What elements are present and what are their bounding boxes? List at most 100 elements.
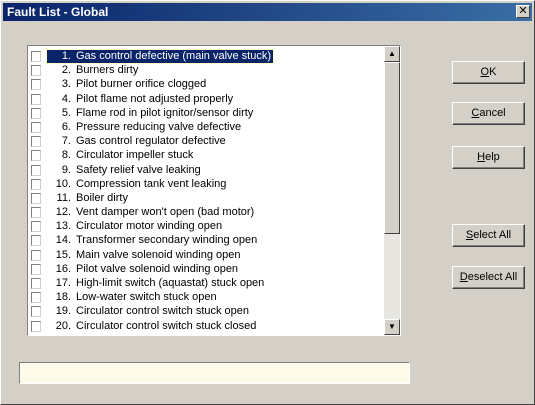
fault-checkbox[interactable] xyxy=(31,263,41,275)
fault-item-number: 3. xyxy=(61,78,71,91)
fault-checkbox[interactable] xyxy=(31,221,41,233)
fault-list-item[interactable]: 2. Burners dirty xyxy=(28,64,384,78)
close-button[interactable]: ✕ xyxy=(516,5,530,18)
select-all-label-rest: elect All xyxy=(473,229,512,241)
fault-list-item[interactable]: 6. Pressure reducing valve defective xyxy=(28,121,384,135)
fault-item-number: 11. xyxy=(56,191,71,204)
fault-item-number: 1. xyxy=(61,50,71,62)
ok-button[interactable]: OK xyxy=(452,61,525,84)
fault-list-item[interactable]: 10. Compression tank vent leaking xyxy=(28,178,384,192)
scroll-up-button[interactable]: ▲ xyxy=(384,46,400,62)
fault-list-item[interactable]: 18. Low-water switch stuck open xyxy=(28,291,384,305)
scroll-down-button[interactable]: ▼ xyxy=(384,319,400,335)
fault-list-item[interactable]: 11. Boiler dirty xyxy=(28,192,384,206)
help-button[interactable]: Help xyxy=(452,146,525,169)
close-icon: ✕ xyxy=(518,5,528,17)
fault-checkbox[interactable] xyxy=(31,150,41,162)
fault-checkbox[interactable] xyxy=(31,320,41,332)
fault-checkbox[interactable] xyxy=(31,249,41,261)
fault-checkbox[interactable] xyxy=(31,121,41,133)
fault-item-number: 20. xyxy=(55,319,71,332)
title-bar[interactable]: Fault List - Global ✕ xyxy=(3,3,532,21)
fault-checkbox[interactable] xyxy=(31,235,41,247)
select-all-button[interactable]: Select All xyxy=(452,224,525,247)
fault-list-item[interactable]: 20. Circulator control switch stuck close… xyxy=(28,320,384,334)
fault-item-text: 16. Pilot valve solenoid winding open xyxy=(47,263,240,276)
fault-list-item[interactable]: 1. Gas control defective (main valve stuc… xyxy=(28,49,384,64)
fault-list-item[interactable]: 3. Pilot burner orifice clogged xyxy=(28,78,384,92)
fault-list-item[interactable]: 14. Transformer secondary winding open xyxy=(28,234,384,248)
fault-list-item[interactable]: 16. Pilot valve solenoid winding open xyxy=(28,263,384,277)
fault-list-items: 1. Gas control defective (main valve stuc… xyxy=(28,49,384,334)
fault-item-text: 14. Transformer secondary winding open xyxy=(47,234,259,247)
fault-item-label: Main valve solenoid winding open xyxy=(76,248,241,261)
fault-item-label: Pilot valve solenoid winding open xyxy=(76,262,239,275)
fault-list-item[interactable]: 7. Gas control regulator defective xyxy=(28,135,384,149)
fault-item-number: 9. xyxy=(61,163,71,176)
fault-item-label: Gas control defective (main valve stuck) xyxy=(76,50,272,62)
fault-item-label: Safety relief valve leaking xyxy=(76,163,201,176)
help-label-rest: elp xyxy=(485,151,500,163)
fault-checkbox[interactable] xyxy=(31,93,41,105)
fault-checkbox[interactable] xyxy=(31,178,41,190)
fault-item-text: 11. Boiler dirty xyxy=(47,192,130,205)
fault-item-label: Boiler dirty xyxy=(76,191,128,204)
fault-item-number: 19. xyxy=(55,305,71,318)
scroll-down-icon: ▼ xyxy=(388,322,396,331)
fault-item-number: 4. xyxy=(61,92,71,105)
fault-item-label: Pressure reducing valve defective xyxy=(76,120,242,133)
cancel-label-rest: ancel xyxy=(479,107,506,119)
fault-list-item[interactable]: 8. Circulator impeller stuck xyxy=(28,149,384,163)
fault-item-label: Vent damper won't open (bad motor) xyxy=(76,206,255,219)
fault-checkbox[interactable] xyxy=(31,164,41,176)
fault-item-text: 1. Gas control defective (main valve stuc… xyxy=(45,49,275,64)
fault-checkbox[interactable] xyxy=(31,292,41,304)
fault-item-number: 17. xyxy=(55,277,71,289)
scroll-up-icon: ▲ xyxy=(388,49,396,58)
fault-item-label: Burners dirty xyxy=(76,64,139,77)
fault-checkbox[interactable] xyxy=(31,65,41,77)
ok-label-rest: K xyxy=(489,66,497,78)
fault-checkbox[interactable] xyxy=(31,107,41,119)
fault-item-text: 20. Circulator control switch stuck close… xyxy=(47,320,258,333)
scroll-thumb[interactable] xyxy=(384,62,400,234)
fault-item-label: Transformer secondary winding open xyxy=(76,234,258,247)
cancel-button[interactable]: Cancel xyxy=(452,102,525,125)
fault-item-label: Gas control regulator defective xyxy=(76,135,226,148)
fault-item-text: 2. Burners dirty xyxy=(47,64,140,77)
fault-list-item[interactable]: 17. High-limit switch (aquastat) stuck op… xyxy=(28,277,384,291)
fault-checkbox[interactable] xyxy=(31,136,41,148)
fault-list-item[interactable]: 15. Main valve solenoid winding open xyxy=(28,249,384,263)
fault-checkbox[interactable] xyxy=(31,306,41,318)
fault-item-label: Circulator control switch stuck closed xyxy=(76,319,257,332)
fault-listbox[interactable]: 1. Gas control defective (main valve stuc… xyxy=(27,45,401,336)
fault-item-number: 14. xyxy=(55,234,71,247)
fault-item-text: 8. Circulator impeller stuck xyxy=(47,149,195,162)
fault-item-label: Low-water switch stuck open xyxy=(76,291,217,304)
fault-item-number: 13. xyxy=(55,220,71,233)
fault-list-dialog: Fault List - Global ✕ 1. Gas control defe… xyxy=(0,0,535,405)
fault-checkbox[interactable] xyxy=(31,278,41,289)
deselect-all-label-rest: eselect All xyxy=(467,271,518,283)
fault-item-text: 12. Vent damper won't open (bad motor) xyxy=(47,206,256,219)
fault-list-item[interactable]: 19. Circulator control switch stuck open xyxy=(28,305,384,319)
fault-item-text: 3. Pilot burner orifice clogged xyxy=(47,78,208,91)
fault-list-item[interactable]: 4. Pilot flame not adjusted properly xyxy=(28,93,384,107)
fault-item-text: 19. Circulator control switch stuck open xyxy=(47,305,251,318)
deselect-all-button[interactable]: Deselect All xyxy=(452,266,525,289)
fault-list-item[interactable]: 5. Flame rod in pilot ignitor/sensor dirt… xyxy=(28,107,384,121)
fault-checkbox[interactable] xyxy=(31,207,41,219)
fault-checkbox[interactable] xyxy=(31,192,41,204)
fault-item-label: Circulator control switch stuck open xyxy=(76,305,250,318)
fault-item-text: 13. Circulator motor winding open xyxy=(47,220,224,233)
deselect-all-mnemonic: D xyxy=(459,271,468,283)
fault-item-text: 10. Compression tank vent leaking xyxy=(47,178,228,191)
fault-checkbox[interactable] xyxy=(31,79,41,91)
vertical-scrollbar[interactable]: ▲ ▼ xyxy=(384,46,400,335)
fault-list-item[interactable]: 13. Circulator motor winding open xyxy=(28,220,384,234)
fault-list-item[interactable]: 12. Vent damper won't open (bad motor) xyxy=(28,206,384,220)
fault-item-number: 5. xyxy=(61,106,71,119)
fault-checkbox[interactable] xyxy=(31,51,41,62)
fault-item-label: Circulator motor winding open xyxy=(76,220,223,233)
fault-list-item[interactable]: 9. Safety relief valve leaking xyxy=(28,164,384,178)
